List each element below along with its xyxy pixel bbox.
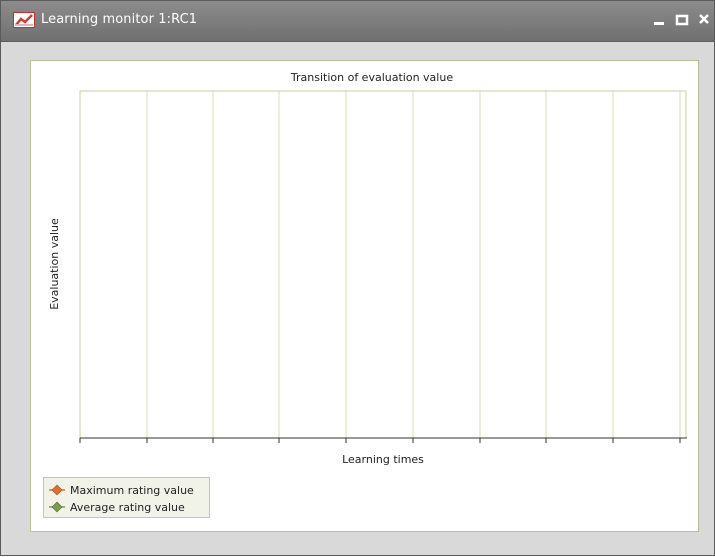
y-axis-label: Evaluation value <box>48 218 61 310</box>
plot-area <box>79 90 687 439</box>
average-marker-icon <box>49 501 65 513</box>
x-axis-ticks <box>79 438 681 443</box>
legend-label-maximum: Maximum rating value <box>70 483 194 497</box>
learning-monitor-window: Learning monitor 1:RC1 Transition of eva… <box>0 0 715 556</box>
legend-item-maximum: Maximum rating value <box>48 481 194 499</box>
x-axis-label: Learning times <box>342 453 424 466</box>
chart-title: Transition of evaluation value <box>290 71 453 84</box>
evaluation-chart: Transition of evaluation value Learning … <box>48 71 687 466</box>
legend-label-average: Average rating value <box>70 500 185 514</box>
chart-legend: Maximum rating value Average rating valu… <box>43 477 210 518</box>
grid-lines <box>146 91 681 438</box>
legend-item-average: Average rating value <box>48 498 185 516</box>
maximum-marker-icon <box>49 484 65 496</box>
